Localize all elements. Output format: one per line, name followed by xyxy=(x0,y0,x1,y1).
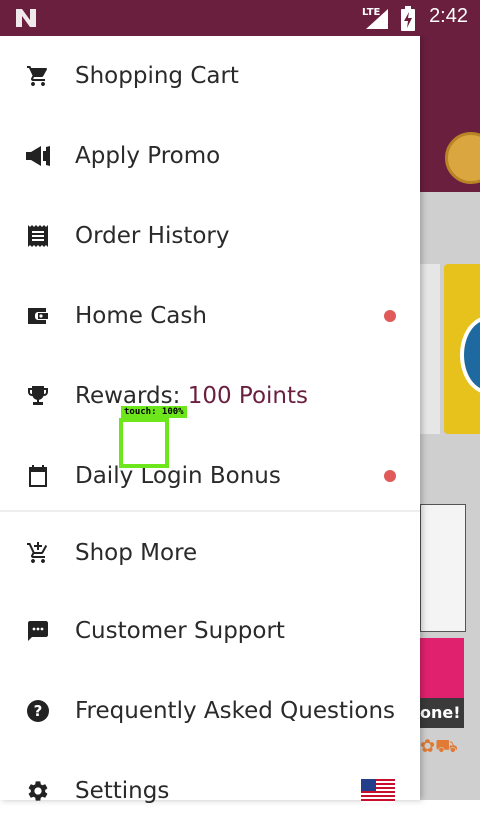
background-product-photo xyxy=(420,638,464,698)
cart-icon xyxy=(24,62,52,90)
drawer-divider xyxy=(0,510,420,512)
drawer-item-rewards[interactable]: Rewards: 100 Points xyxy=(0,356,420,436)
add-cart-icon xyxy=(24,539,52,567)
svg-text:?: ? xyxy=(34,702,43,720)
drawer-item-order-history[interactable]: Order History xyxy=(0,196,420,276)
status-bar: LTE 2:42 xyxy=(0,0,480,36)
drawer-item-label: Daily Login Bonus xyxy=(75,463,281,489)
android-n-logo-icon xyxy=(16,9,36,27)
drawer-item-label: Apply Promo xyxy=(75,143,221,169)
drawer-item-label: Shopping Cart xyxy=(75,63,239,89)
clock: 2:42 xyxy=(429,5,468,27)
background-truck-icon: ✿⛟ xyxy=(420,736,458,757)
drawer-item-faq[interactable]: ? Frequently Asked Questions xyxy=(0,671,420,751)
rewards-points-value: 100 Points xyxy=(187,383,309,409)
megaphone-icon xyxy=(24,142,52,170)
background-app: one! ✿⛟ xyxy=(420,36,480,800)
drawer-item-daily-login-bonus[interactable]: Daily Login Bonus xyxy=(0,436,420,516)
receipt-icon xyxy=(24,222,52,250)
background-promo-card xyxy=(444,264,480,434)
drawer-item-label: Customer Support xyxy=(75,618,285,644)
drawer-item-customer-support[interactable]: Customer Support xyxy=(0,591,420,671)
drawer-item-label: Frequently Asked Questions xyxy=(75,698,396,724)
background-card-left xyxy=(420,264,440,434)
signal-icon xyxy=(366,9,388,29)
notification-dot xyxy=(384,310,396,322)
help-icon: ? xyxy=(24,697,52,725)
drawer-item-shopping-cart[interactable]: Shopping Cart xyxy=(0,36,420,116)
drawer-item-shop-more[interactable]: Shop More xyxy=(0,513,420,593)
drawer-item-label: Rewards: 100 Points xyxy=(75,383,308,409)
calendar-icon xyxy=(24,462,52,490)
us-flag-icon[interactable] xyxy=(361,779,395,803)
drawer-item-settings[interactable]: Settings xyxy=(0,751,420,831)
chat-icon xyxy=(24,617,52,645)
background-product-image xyxy=(420,504,466,632)
notification-dot xyxy=(384,470,396,482)
touch-indicator-label: touch: 100% xyxy=(121,406,187,418)
trophy-icon xyxy=(24,382,52,410)
battery-charging-icon xyxy=(401,6,415,31)
gear-icon xyxy=(24,777,52,805)
drawer-item-label: Home Cash xyxy=(75,303,207,329)
touch-ring-icon xyxy=(128,427,158,457)
drawer-item-label: Settings xyxy=(75,778,170,804)
drawer-item-label: Order History xyxy=(75,223,230,249)
drawer-item-home-cash[interactable]: Home Cash xyxy=(0,276,420,356)
drawer-item-apply-promo[interactable]: Apply Promo xyxy=(0,116,420,196)
drawer-item-label: Shop More xyxy=(75,540,198,566)
navigation-drawer: Shopping Cart Apply Promo Order History … xyxy=(0,36,420,804)
background-banner-text: one! xyxy=(420,698,464,728)
wallet-icon xyxy=(24,302,52,330)
touch-indicator xyxy=(119,418,169,468)
